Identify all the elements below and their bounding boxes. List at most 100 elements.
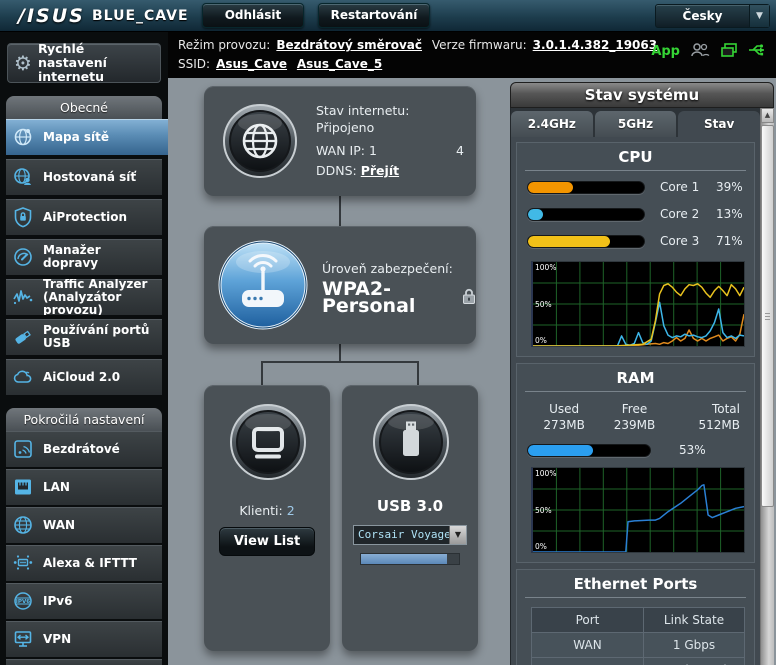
core2-label: Core 2 (660, 207, 710, 221)
ram-used: Used273MB (529, 401, 599, 433)
usb-port-title: USB 3.0 (342, 497, 478, 515)
sidebar-item-lan[interactable]: LAN (6, 469, 162, 505)
security-level-value: WPA2-Personal (322, 281, 456, 315)
sidebar-item-traffic-manager[interactable]: Manažer dopravy (6, 239, 162, 275)
lock-icon[interactable] (462, 288, 476, 308)
reboot-button[interactable]: Restartování (318, 3, 430, 28)
ram-title: RAM (517, 364, 754, 391)
cpu-graph-tick-0: 0% (535, 337, 547, 345)
sidebar-item-wan[interactable]: WAN (6, 507, 162, 543)
router-icon[interactable] (218, 240, 308, 334)
usb-drive-icon (12, 326, 36, 348)
sidebar-item-wireless[interactable]: Bezdrátové (6, 431, 162, 467)
logout-button[interactable]: Odhlásit (202, 3, 304, 28)
status-icon-group: App (651, 42, 768, 61)
internet-globe-icon[interactable] (222, 103, 298, 183)
port-column-header: Port (532, 608, 644, 633)
cpu-core-row: Core 3 71% (517, 234, 754, 248)
core3-label: Core 3 (660, 234, 710, 248)
usb-usage-bar (360, 553, 460, 565)
language-select[interactable]: Česky ▼ (655, 4, 770, 28)
sidebar-item-label: IPv6 (43, 595, 156, 608)
ethernet-ports-title: Ethernet Ports (517, 570, 754, 597)
connector-internet-router (339, 196, 341, 226)
firmware-label: Verze firmwaru: (432, 38, 527, 52)
network-map-canvas: Stav internetu: Připojeno WAN IP: 1 4 DD… (168, 78, 508, 665)
sidebar-item-quick-internet-setup[interactable]: ⚙ Rychlé nastavení internetu (7, 43, 161, 83)
scrollbar-thumb[interactable] (761, 125, 774, 507)
sidebar-item-aiprotection[interactable]: AiProtection (6, 199, 162, 235)
wan-ip-line: WAN IP: 1 4 (316, 142, 466, 159)
app-link[interactable]: App (651, 44, 680, 59)
usb-stick-icon[interactable] (372, 403, 450, 485)
sidebar-item-label: AiCloud 2.0 (43, 371, 156, 384)
top-bar: /ISUS BLUE_CAVE Odhlásit Restartování Če… (0, 0, 776, 32)
core1-value: 39% (716, 180, 743, 194)
cpu-graph-tick-100: 100% (535, 264, 556, 272)
ram-total: Total512MB (670, 401, 742, 433)
sidebar-item-label: VPN (43, 633, 156, 646)
sidebar-item-usb-application[interactable]: Používání portů USB (6, 319, 162, 355)
ssid-link-24[interactable]: Asus_Cave (216, 57, 287, 71)
sidebar-item-guest-network[interactable]: Hostovaná síť (6, 159, 162, 195)
network-map-globe-icon (12, 126, 36, 148)
sidebar-item-label: AiProtection (43, 211, 156, 224)
table-row: LAN 1Unplugged (532, 658, 745, 665)
cpu-graph-tick-50: 50% (535, 301, 552, 309)
usb-card: USB 3.0 Corsair Voyage ▼ (342, 385, 478, 651)
sidebar-item-vpn[interactable]: VPN (6, 621, 162, 657)
sidebar-item-network-map[interactable]: Mapa sítě (6, 119, 168, 155)
table-header-row: Port Link State (532, 608, 745, 633)
tab-status[interactable]: Stav (678, 111, 760, 137)
sidebar-item-ipv6[interactable]: IPV6 IPv6 (6, 583, 162, 619)
divider (525, 170, 746, 171)
operation-mode-link[interactable]: Bezdrátový směrovač (276, 38, 422, 52)
sidebar-item-label: Hostovaná síť (43, 171, 156, 184)
core3-value: 71% (716, 234, 743, 248)
usb-status-icon[interactable] (748, 42, 768, 61)
ddns-go-link[interactable]: Přejít (361, 163, 399, 178)
tab-24ghz[interactable]: 2.4GHz (511, 111, 593, 137)
clients-monitor-icon[interactable] (229, 403, 307, 485)
firmware-version-link[interactable]: 3.0.1.4.382_19063 (533, 38, 657, 52)
view-list-button[interactable]: View List (219, 527, 315, 556)
setup-wizard-icon: ⚙ (14, 56, 32, 70)
clients-card: Klienti: 2 View List (204, 385, 330, 651)
guest-network-icon[interactable] (720, 42, 738, 61)
vpn-monitor-icon (12, 628, 36, 650)
ddns-label: DDNS: (316, 163, 357, 178)
system-status-body: 2.4GHz 5GHz Stav CPU Core 1 39% Co (510, 108, 774, 665)
sidebar-item-alexa-ifttt[interactable]: Alexa & IFTTT (6, 545, 162, 581)
sidebar-item-partial[interactable] (6, 659, 162, 665)
sidebar-item-traffic-analyzer[interactable]: Traffic Analyzer (Analyzátor provozu) (6, 279, 162, 315)
system-status-tabs: 2.4GHz 5GHz Stav (511, 108, 760, 137)
wireless-icon (12, 438, 36, 460)
system-status-title: Stav systému (510, 82, 774, 108)
sidebar-item-label: Bezdrátové (43, 443, 156, 456)
wan-ip-label: WAN IP: (316, 143, 365, 158)
lan-port-icon (12, 476, 36, 498)
usb-device-select[interactable]: Corsair Voyage ▼ (353, 525, 467, 545)
ram-bar-row: 53% (517, 443, 754, 457)
sidebar-section-advanced: Pokročilá nastavení (6, 408, 162, 431)
language-value: Česky (656, 5, 749, 27)
table-row: WAN1 Gbps (532, 633, 745, 658)
sidebar-item-label: Mapa sítě (43, 131, 162, 144)
scroll-up-arrow-icon[interactable]: ▲ (761, 108, 774, 123)
ssid-link-5[interactable]: Asus_Cave_5 (297, 57, 382, 71)
wan-ip-value: 1 (369, 143, 377, 158)
ddns-line: DDNS: Přejít (316, 162, 466, 179)
connector-branch-horizontal (261, 361, 419, 363)
panel-scrollbar[interactable]: ▲ (760, 108, 774, 665)
linkstate-column-header: Link State (644, 608, 745, 633)
cpu-section: CPU Core 1 39% Core 2 13% Core 3 (516, 142, 755, 357)
ram-graph-tick-50: 50% (535, 507, 552, 515)
clients-group-icon[interactable] (690, 42, 710, 61)
sidebar-item-aicloud[interactable]: AiCloud 2.0 (6, 359, 162, 395)
sidebar-item-label: Používání portů USB (43, 324, 156, 350)
wan-globe-icon (12, 514, 36, 536)
speedometer-icon (12, 246, 36, 268)
usb-device-name: Corsair Voyage (354, 526, 449, 544)
ssid-line: SSID:Asus_Cave Asus_Cave_5 (178, 57, 382, 71)
tab-5ghz[interactable]: 5GHz (595, 111, 677, 137)
